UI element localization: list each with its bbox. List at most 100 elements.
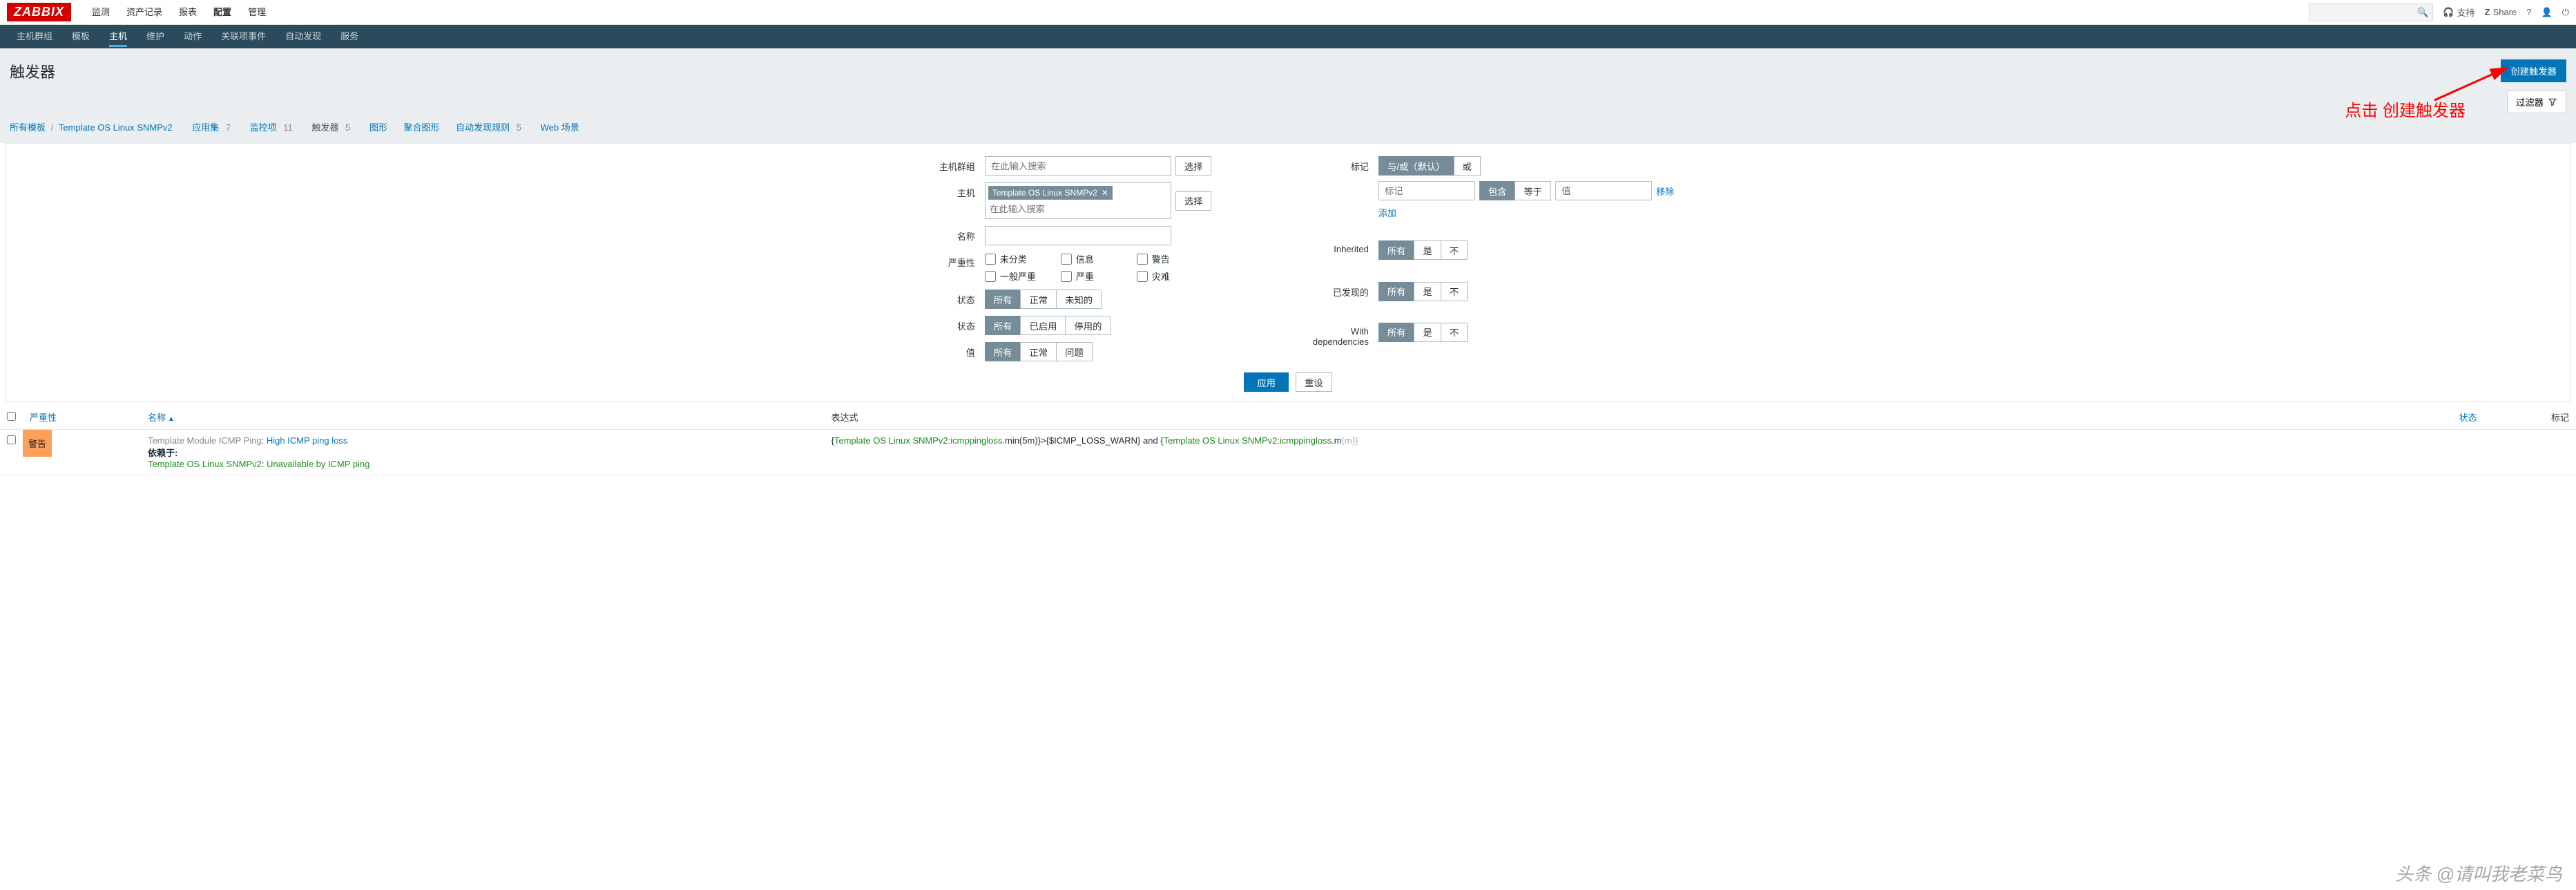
search-input[interactable] xyxy=(2314,7,2417,17)
subnav-hosts[interactable]: 主机 xyxy=(99,25,137,48)
hostgroup-select-btn[interactable]: 选择 xyxy=(1175,156,1212,176)
tab-items[interactable]: 监控项 11 xyxy=(250,122,296,133)
user-icon[interactable]: 👤 xyxy=(2541,7,2553,18)
sev-disaster[interactable]: 灾难 xyxy=(1137,269,1213,283)
tags-andor[interactable]: 与/或（默认） xyxy=(1378,156,1454,176)
bc-all-templates[interactable]: 所有模板 xyxy=(10,122,46,133)
tab-apps[interactable]: 应用集 7 xyxy=(192,122,233,133)
tab-web[interactable]: Web 场景 xyxy=(541,122,579,133)
breadcrumb: 所有模板 / Template OS Linux SNMPv2 应用集 7 监控… xyxy=(0,116,2576,143)
subnav-maintenance[interactable]: 维护 xyxy=(137,25,174,48)
tab-screens[interactable]: 聚合图形 xyxy=(403,122,439,133)
share-link[interactable]: Z Share xyxy=(2485,7,2517,17)
expr-link-2[interactable]: Template OS Linux SNMPv2:icmppingloss xyxy=(1164,435,1332,446)
reset-button[interactable]: 重设 xyxy=(1296,372,1332,392)
cell-name: Template Module ICMP Ping: High ICMP pin… xyxy=(141,430,824,475)
sev-high[interactable]: 严重 xyxy=(1061,269,1137,283)
th-name[interactable]: 名称 xyxy=(141,405,824,430)
create-trigger-button[interactable]: 创建触发器 xyxy=(2501,59,2566,82)
filter-left: 主机群组 选择 主机 Template OS Linux SNMPv2✕ 选择 … xyxy=(902,156,1213,361)
page-title: 触发器 xyxy=(10,60,55,82)
search-icon[interactable]: 🔍 xyxy=(2417,7,2428,18)
subnav-correlation[interactable]: 关联项事件 xyxy=(211,25,276,48)
tags-or[interactable]: 或 xyxy=(1454,156,1481,176)
topmenu-item-inventory[interactable]: 资产记录 xyxy=(118,0,171,25)
th-severity[interactable]: 严重性 xyxy=(23,405,141,430)
sev-notclassified[interactable]: 未分类 xyxy=(985,252,1061,265)
topbar: ZABBIX 监测 资产记录 报表 配置 管理 🔍 🎧 支持 Z Share ?… xyxy=(0,0,2576,25)
tag-op-contains[interactable]: 包含 xyxy=(1479,181,1516,200)
value-all[interactable]: 所有 xyxy=(985,342,1021,361)
host-multi-input[interactable]: Template OS Linux SNMPv2✕ xyxy=(985,182,1171,219)
disc-all[interactable]: 所有 xyxy=(1378,282,1415,301)
filter-actions: 应用 重设 xyxy=(6,372,2570,392)
host-input[interactable] xyxy=(987,201,1169,217)
apply-button[interactable]: 应用 xyxy=(1244,372,1289,392)
topmenu-item-config[interactable]: 配置 xyxy=(205,0,240,25)
help-icon[interactable]: ? xyxy=(2526,7,2531,17)
topmenu-item-reports[interactable]: 报表 xyxy=(171,0,205,25)
sev-info[interactable]: 信息 xyxy=(1061,252,1137,265)
watermark: 头条 @请叫我老菜鸟 xyxy=(2395,860,2562,886)
tag-remove-link[interactable]: 移除 xyxy=(1656,184,1674,198)
status-disabled[interactable]: 停用的 xyxy=(1065,316,1111,335)
tag-value-input[interactable] xyxy=(1555,181,1652,200)
filter-toggle-button[interactable]: 过滤器 xyxy=(2507,91,2566,113)
global-search[interactable]: 🔍 xyxy=(2309,3,2433,21)
subnav-hostgroups[interactable]: 主机群组 xyxy=(7,25,62,48)
tag-name-input[interactable] xyxy=(1378,181,1475,200)
tab-graphs[interactable]: 图形 xyxy=(369,122,387,133)
inh-yes[interactable]: 是 xyxy=(1414,240,1441,260)
state-normal[interactable]: 正常 xyxy=(1020,290,1057,309)
row-checkbox[interactable] xyxy=(7,435,16,444)
host-tag-remove[interactable]: ✕ xyxy=(1102,188,1108,198)
disc-no[interactable]: 不 xyxy=(1441,282,1468,301)
support-link[interactable]: 🎧 支持 xyxy=(2443,6,2474,19)
th-status[interactable]: 状态 xyxy=(2392,405,2483,430)
inh-no[interactable]: 不 xyxy=(1441,240,1468,260)
tag-add-link[interactable]: 添加 xyxy=(1378,208,1396,218)
expr-link-1[interactable]: Template OS Linux SNMPv2:icmppingloss xyxy=(834,435,1003,446)
severity-badge: 警告 xyxy=(23,430,52,457)
subnav-templates[interactable]: 模板 xyxy=(62,25,99,48)
deps-all[interactable]: 所有 xyxy=(1378,323,1415,342)
tag-op-equals[interactable]: 等于 xyxy=(1515,181,1551,200)
hostgroup-input[interactable] xyxy=(985,156,1171,176)
deps-yes[interactable]: 是 xyxy=(1414,323,1441,342)
state-all[interactable]: 所有 xyxy=(985,290,1021,309)
sev-warning[interactable]: 警告 xyxy=(1137,252,1213,265)
name-input[interactable] xyxy=(985,226,1171,245)
state-unknown[interactable]: 未知的 xyxy=(1056,290,1102,309)
host-tag[interactable]: Template OS Linux SNMPv2✕ xyxy=(988,186,1113,200)
sev-average[interactable]: 一般严重 xyxy=(985,269,1061,283)
inh-all[interactable]: 所有 xyxy=(1378,240,1415,260)
th-tags: 标记 xyxy=(2484,405,2576,430)
topmenu-item-admin[interactable]: 管理 xyxy=(240,0,274,25)
lbl-status: 状态 xyxy=(902,316,985,332)
trigger-name-link[interactable]: High ICMP ping loss xyxy=(267,435,348,446)
power-icon[interactable]: ⏻ xyxy=(2562,7,2569,18)
deps-no[interactable]: 不 xyxy=(1441,323,1468,342)
tab-discovery[interactable]: 自动发现规则 5 xyxy=(456,122,524,133)
table-row: 警告 Template Module ICMP Ping: High ICMP … xyxy=(0,430,2576,475)
inherited-buttons: 所有 是 不 xyxy=(1378,240,1674,260)
value-ok[interactable]: 正常 xyxy=(1020,342,1057,361)
status-enabled[interactable]: 已启用 xyxy=(1020,316,1066,335)
disc-yes[interactable]: 是 xyxy=(1414,282,1441,301)
status-all[interactable]: 所有 xyxy=(985,316,1021,335)
bc-template[interactable]: Template OS Linux SNMPv2 xyxy=(59,122,173,133)
depends-template-link[interactable]: Template OS Linux SNMPv2 xyxy=(148,459,262,469)
select-all-checkbox[interactable] xyxy=(7,412,16,421)
value-problem[interactable]: 问题 xyxy=(1056,342,1093,361)
depends-trigger-link[interactable]: Unavailable by ICMP ping xyxy=(267,459,369,469)
subnav-discovery[interactable]: 自动发现 xyxy=(276,25,331,48)
tab-triggers[interactable]: 触发器 5 xyxy=(311,122,353,133)
topmenu-item-monitor[interactable]: 监测 xyxy=(84,0,118,25)
logo[interactable]: ZABBIX xyxy=(7,3,71,21)
subnav-services[interactable]: 服务 xyxy=(331,25,368,48)
lbl-host: 主机 xyxy=(902,182,985,199)
discovered-buttons: 所有 是 不 xyxy=(1378,282,1674,301)
value-buttons: 所有 正常 问题 xyxy=(985,342,1213,361)
subnav-actions[interactable]: 动作 xyxy=(174,25,211,48)
host-select-btn[interactable]: 选择 xyxy=(1175,191,1212,211)
